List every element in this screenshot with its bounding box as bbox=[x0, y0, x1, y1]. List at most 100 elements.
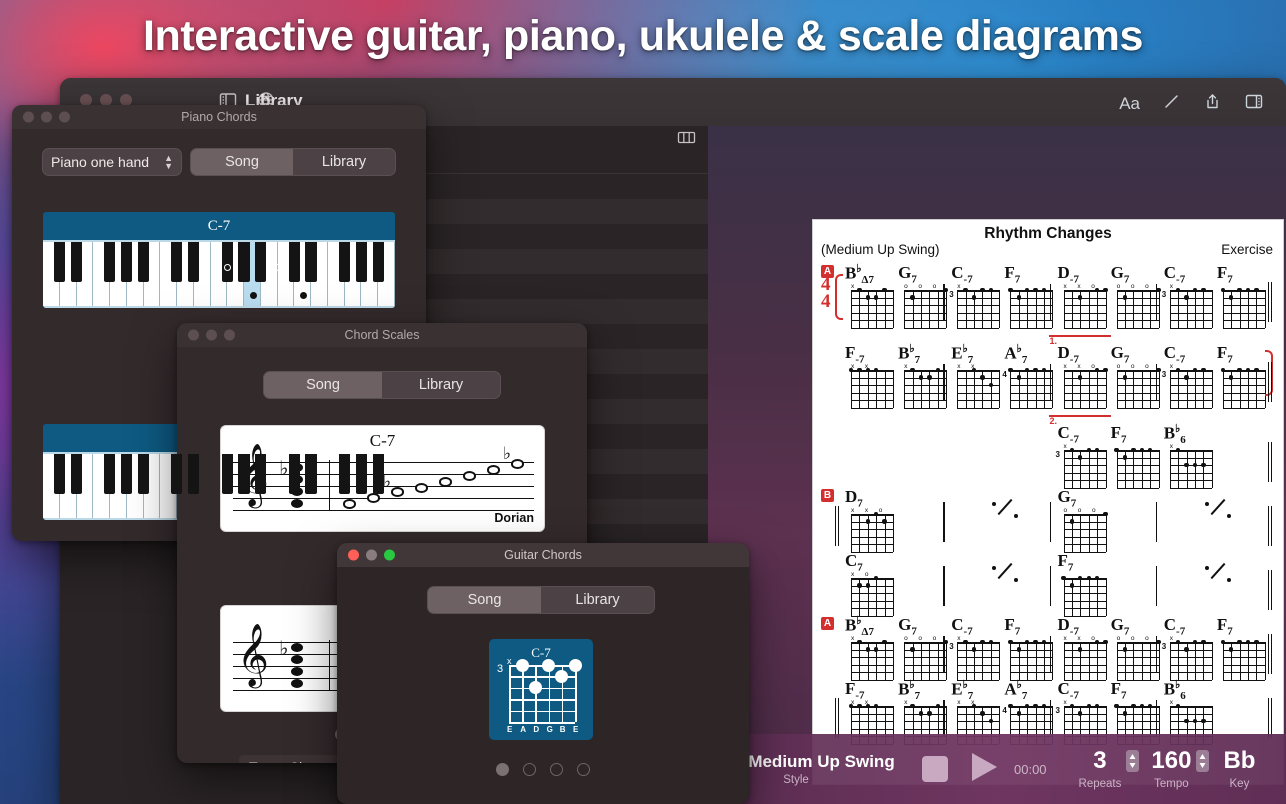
repeat-dot bbox=[1227, 514, 1231, 518]
piano-black-key[interactable] bbox=[104, 454, 115, 494]
tempo-stepper[interactable] bbox=[1196, 750, 1209, 777]
guitar-tabs[interactable]: Song Library bbox=[427, 586, 655, 614]
piano-black-key[interactable] bbox=[188, 454, 199, 494]
piano-black-key[interactable] bbox=[305, 454, 316, 494]
piano-window-controls[interactable] bbox=[23, 112, 70, 123]
page-dot[interactable] bbox=[496, 763, 509, 776]
share-icon[interactable] bbox=[1203, 92, 1222, 116]
guitar-chord-diagram[interactable]: C-7 3 x EADGBE bbox=[489, 639, 593, 740]
guitar-chord-diagram[interactable] bbox=[1056, 571, 1108, 617]
guitar-chord-diagram[interactable]: 3x bbox=[1162, 635, 1214, 681]
tab-song[interactable]: Song bbox=[428, 587, 541, 613]
piano-black-key[interactable] bbox=[238, 242, 249, 282]
tab-library[interactable]: Library bbox=[541, 587, 654, 613]
tab-song[interactable]: Song bbox=[264, 372, 382, 398]
piano-black-key[interactable] bbox=[138, 454, 149, 494]
piano-black-key[interactable] bbox=[255, 454, 266, 494]
piano-tabs[interactable]: Song Library bbox=[190, 148, 396, 176]
guitar-chord-diagram[interactable] bbox=[1109, 443, 1161, 489]
guitar-chord-diagram[interactable]: x x o bbox=[1056, 635, 1108, 681]
piano-black-key[interactable] bbox=[121, 242, 132, 282]
piano-black-key[interactable] bbox=[188, 242, 199, 282]
guitar-chord-diagram[interactable]: 3x bbox=[949, 635, 1001, 681]
guitar-chord-diagram[interactable]: x x o bbox=[1056, 283, 1108, 329]
tab-library[interactable]: Library bbox=[293, 149, 395, 175]
guitar-chord-diagram[interactable] bbox=[1215, 283, 1267, 329]
piano-black-key[interactable] bbox=[373, 242, 384, 282]
guitar-chord-diagram[interactable]: x x bbox=[949, 363, 1001, 409]
guitar-chord-diagram[interactable]: o o o bbox=[1056, 507, 1108, 553]
piano-black-key[interactable] bbox=[222, 242, 233, 282]
play-icon[interactable] bbox=[964, 748, 1002, 791]
piano-black-key[interactable] bbox=[171, 242, 182, 282]
guitar-chord-diagram[interactable]: o o o bbox=[896, 635, 948, 681]
guitar-chord-diagram[interactable]: x bbox=[843, 635, 895, 681]
transport-bar[interactable]: Jazz - Medium Up Swing Style 00:00 3 Rep… bbox=[708, 734, 1286, 804]
page-dot[interactable] bbox=[550, 763, 563, 776]
guitar-chord-diagram[interactable]: x bbox=[843, 283, 895, 329]
page-dot[interactable] bbox=[577, 763, 590, 776]
repeats-value[interactable]: 3 bbox=[1079, 749, 1122, 773]
chord-chart-sheet[interactable]: Rhythm Changes (Medium Up Swing) Exercis… bbox=[812, 219, 1284, 785]
guitar-chord-diagram[interactable] bbox=[1002, 635, 1054, 681]
piano-black-key[interactable] bbox=[373, 454, 384, 494]
piano-black-key[interactable] bbox=[71, 454, 82, 494]
guitar-chord-diagram[interactable]: 3x bbox=[949, 283, 1001, 329]
piano-chord-diagram-1[interactable]: C-7 bbox=[43, 212, 395, 308]
guitar-chord-diagram[interactable]: o o o bbox=[1109, 635, 1161, 681]
piano-black-key[interactable] bbox=[339, 454, 350, 494]
piano-black-key[interactable] bbox=[171, 454, 182, 494]
guitar-chord-diagram[interactable] bbox=[1002, 283, 1054, 329]
guitar-chord-diagram[interactable]: x o bbox=[843, 571, 895, 617]
guitar-chord-diagram[interactable]: 4 bbox=[1002, 363, 1054, 409]
piano-black-key[interactable] bbox=[138, 242, 149, 282]
piano-black-key[interactable] bbox=[289, 242, 300, 282]
piano-black-key[interactable] bbox=[339, 242, 350, 282]
main-toolbar-right[interactable]: Aa bbox=[1119, 92, 1264, 116]
piano-black-key[interactable] bbox=[121, 454, 132, 494]
scales-tabs[interactable]: Song Library bbox=[263, 371, 501, 399]
guitar-window-controls[interactable] bbox=[348, 550, 395, 561]
guitar-chord-diagram[interactable]: o o o bbox=[1109, 363, 1161, 409]
guitar-chord-diagram[interactable]: 3x bbox=[1162, 363, 1214, 409]
guitar-chord-diagram[interactable]: x x o bbox=[843, 507, 895, 553]
guitar-chord-diagram[interactable]: 3x bbox=[1162, 283, 1214, 329]
guitar-chord-diagram[interactable] bbox=[1215, 363, 1267, 409]
piano-black-key[interactable] bbox=[305, 242, 316, 282]
key-value[interactable]: Bb bbox=[1223, 749, 1255, 773]
piano-black-key[interactable] bbox=[356, 454, 367, 494]
piano-mode-select[interactable]: Piano one hand ▲▼ bbox=[42, 148, 182, 176]
piano-black-key[interactable] bbox=[54, 242, 65, 282]
guitar-chord-diagram[interactable] bbox=[1215, 635, 1267, 681]
piano-keys-1[interactable] bbox=[43, 240, 395, 308]
piano-black-key[interactable] bbox=[222, 454, 233, 494]
chart-canvas[interactable]: AB♭Δ7xG7 o o oC-73xF7D-7x x oG7 o o oC-7… bbox=[813, 220, 1284, 785]
guitar-chord-diagram[interactable]: o o o bbox=[1109, 283, 1161, 329]
tab-song[interactable]: Song bbox=[191, 149, 293, 175]
stop-icon[interactable] bbox=[922, 756, 948, 782]
piano-black-key[interactable] bbox=[71, 242, 82, 282]
pen-icon[interactable] bbox=[1162, 92, 1181, 116]
tab-library[interactable]: Library bbox=[382, 372, 500, 398]
piano-black-key[interactable] bbox=[289, 454, 300, 494]
guitar-chords-window[interactable]: Guitar Chords Song Library C-7 3 x EADGB… bbox=[337, 543, 749, 804]
text-style-icon[interactable]: Aa bbox=[1119, 94, 1140, 114]
repeats-stepper[interactable] bbox=[1126, 750, 1139, 777]
guitar-chord-diagram[interactable]: x bbox=[896, 363, 948, 409]
tempo-value[interactable]: 160 bbox=[1151, 749, 1191, 773]
guitar-chord-diagram[interactable]: x x o bbox=[1056, 363, 1108, 409]
piano-black-key[interactable] bbox=[104, 242, 115, 282]
guitar-chord-diagram[interactable]: o o o bbox=[896, 283, 948, 329]
guitar-chord-diagram[interactable]: x x bbox=[843, 363, 895, 409]
guitar-chord-diagram[interactable]: x bbox=[1162, 443, 1214, 489]
page-dot[interactable] bbox=[523, 763, 536, 776]
piano-black-key[interactable] bbox=[54, 454, 65, 494]
column-options-icon[interactable] bbox=[677, 130, 696, 150]
piano-black-key[interactable] bbox=[255, 242, 266, 282]
scales-window-controls[interactable] bbox=[188, 330, 235, 341]
piano-black-key[interactable] bbox=[238, 454, 249, 494]
inspector-icon[interactable] bbox=[1244, 92, 1264, 116]
guitar-chord-diagram[interactable]: 3x bbox=[1056, 443, 1108, 489]
piano-black-key[interactable] bbox=[356, 242, 367, 282]
guitar-page-dots[interactable] bbox=[337, 763, 749, 776]
